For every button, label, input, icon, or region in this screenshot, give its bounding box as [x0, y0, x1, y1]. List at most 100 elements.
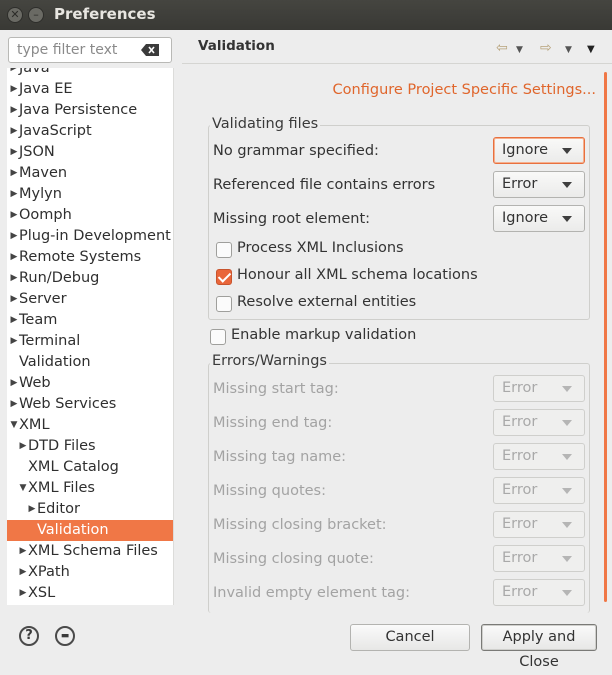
error-rule-select[interactable]: Error	[493, 545, 585, 572]
tree-item-label: JavaScript	[19, 123, 92, 139]
tree-item[interactable]: ▶ Mylyn	[7, 184, 173, 205]
collapse-arrow-icon[interactable]: ▶	[9, 184, 19, 205]
tree-item-label: Web Services	[19, 396, 117, 412]
tree-item[interactable]: ▶ JavaScript	[7, 121, 173, 142]
tree-item[interactable]: ▶ Java	[7, 68, 173, 79]
collapse-arrow-icon[interactable]: ▶	[9, 310, 19, 331]
tree-item-label: Server	[19, 291, 67, 307]
minimize-icon[interactable]: –	[28, 7, 44, 23]
tree-item[interactable]: ▶ Maven	[7, 163, 173, 184]
title-bar: ✕ – Preferences	[0, 0, 612, 30]
missing-root-select[interactable]: Ignore	[493, 205, 585, 232]
configure-project-settings-link[interactable]: Configure Project Specific Settings...	[333, 82, 596, 98]
tree-item[interactable]: ▶ Java EE	[7, 79, 173, 100]
collapse-arrow-icon[interactable]: ▶	[9, 394, 19, 415]
tree-item-label: DTD Files	[28, 438, 96, 454]
error-rule-label: Invalid empty element tag:	[213, 585, 410, 601]
tree-item[interactable]: ▶ XPath	[7, 562, 173, 583]
collapse-arrow-icon[interactable]: ▶	[9, 68, 19, 79]
back-menu-icon[interactable]: ▼	[516, 45, 523, 55]
collapse-arrow-icon[interactable]: ▶	[18, 562, 28, 583]
missing-root-label: Missing root element:	[213, 211, 371, 227]
expand-arrow-icon[interactable]: ▼	[18, 478, 28, 499]
tree-item[interactable]: ▶ DTD Files	[7, 436, 173, 457]
cancel-button[interactable]: Cancel	[350, 624, 470, 651]
collapse-arrow-icon[interactable]: ▶	[9, 142, 19, 163]
collapse-arrow-icon[interactable]: ▶	[9, 247, 19, 268]
collapse-arrow-icon[interactable]: ▶	[9, 289, 19, 310]
error-rule-select[interactable]: Error	[493, 409, 585, 436]
error-rule-label: Missing end tag:	[213, 415, 333, 431]
tree-item[interactable]: ▼ XML Files	[7, 478, 173, 499]
error-rule-label: Missing closing bracket:	[213, 517, 387, 533]
chevron-down-icon	[562, 216, 572, 222]
tree-item[interactable]: ▶ JSON	[7, 142, 173, 163]
chevron-down-icon	[562, 522, 572, 528]
tree-item[interactable]: Validation	[7, 520, 173, 541]
collapse-arrow-icon[interactable]: ▶	[9, 163, 19, 184]
tree-item[interactable]: ▶ Team	[7, 310, 173, 331]
collapse-arrow-icon[interactable]: ▶	[18, 436, 28, 457]
collapse-arrow-icon[interactable]: ▶	[18, 541, 28, 562]
tree-item[interactable]: XML Catalog	[7, 457, 173, 478]
referenced-file-select[interactable]: Error	[493, 171, 585, 198]
enable-markup-validation-checkbox[interactable]	[210, 329, 226, 345]
tree-item[interactable]: ▶ Java Persistence	[7, 100, 173, 121]
filter-box[interactable]	[8, 37, 172, 63]
referenced-file-label: Referenced file contains errors	[213, 177, 436, 193]
error-rule-select[interactable]: Error	[493, 477, 585, 504]
forward-icon[interactable]: ⇨	[540, 40, 552, 56]
tree-item[interactable]: ▶ Web	[7, 373, 173, 394]
process-xml-inclusions-checkbox[interactable]	[216, 242, 232, 258]
collapse-arrow-icon[interactable]: ▶	[9, 79, 19, 100]
tree-item[interactable]: ▶ Run/Debug	[7, 268, 173, 289]
clear-filter-icon[interactable]	[141, 44, 159, 56]
apply-and-close-button[interactable]: Apply and Close	[481, 624, 597, 670]
view-menu-icon[interactable]: ▼	[587, 44, 595, 55]
collapse-arrow-icon[interactable]: ▶	[9, 373, 19, 394]
collapse-arrow-icon[interactable]: ▶	[9, 121, 19, 142]
error-rule-select[interactable]: Error	[493, 375, 585, 402]
chevron-down-icon	[562, 590, 572, 596]
chevron-down-icon	[562, 488, 572, 494]
collapse-arrow-icon[interactable]: ▶	[9, 205, 19, 226]
tree-item[interactable]: ▶ Terminal	[7, 331, 173, 352]
tree-item-label: Maven	[19, 165, 68, 181]
error-rule-label: Missing start tag:	[213, 381, 339, 397]
tree-item[interactable]: Validation	[7, 352, 173, 373]
collapse-arrow-icon[interactable]: ▶	[18, 583, 28, 604]
collapse-arrow-icon[interactable]: ▶	[9, 268, 19, 289]
tree-item[interactable]: ▶ Server	[7, 289, 173, 310]
error-rule-select[interactable]: Error	[493, 511, 585, 538]
tree-item-label: Remote Systems	[19, 249, 142, 265]
resolve-external-entities-checkbox[interactable]	[216, 296, 232, 312]
tree-item[interactable]: ▶ XML Schema Files	[7, 541, 173, 562]
collapse-arrow-icon[interactable]: ▶	[9, 226, 19, 247]
collapse-arrow-icon[interactable]: ▶	[9, 100, 19, 121]
tree-item-label: Mylyn	[19, 186, 62, 202]
collapse-arrow-icon[interactable]: ▶	[27, 499, 37, 520]
collapse-arrow-icon[interactable]: ▶	[9, 331, 19, 352]
help-icon[interactable]: ?	[19, 626, 39, 646]
close-icon[interactable]: ✕	[7, 7, 23, 23]
error-rule-select[interactable]: Error	[493, 579, 585, 606]
no-grammar-select[interactable]: Ignore	[493, 137, 585, 164]
tree-item-label: Web	[19, 375, 51, 391]
expand-arrow-icon[interactable]: ▼	[9, 415, 19, 436]
error-rule-select[interactable]: Error	[493, 443, 585, 470]
tree-item[interactable]: ▶ Remote Systems	[7, 247, 173, 268]
tree-item[interactable]: ▶ Web Services	[7, 394, 173, 415]
back-icon[interactable]: ⇦	[496, 40, 508, 56]
tree-item[interactable]: ▶ Editor	[7, 499, 173, 520]
tree-item[interactable]: ▼ XML	[7, 415, 173, 436]
import-export-icon[interactable]: ▬	[55, 626, 75, 646]
honour-schema-locations-checkbox[interactable]	[216, 269, 232, 285]
tree-item[interactable]: ▶ Oomph	[7, 205, 173, 226]
filter-input[interactable]	[15, 40, 141, 60]
scrollbar[interactable]	[604, 72, 607, 602]
tree-item-label: Java EE	[19, 81, 73, 97]
tree-item-label: Java	[19, 68, 50, 76]
tree-item[interactable]: ▶ XSL	[7, 583, 173, 604]
forward-menu-icon[interactable]: ▼	[565, 45, 572, 55]
tree-item[interactable]: ▶ Plug-in Development	[7, 226, 173, 247]
